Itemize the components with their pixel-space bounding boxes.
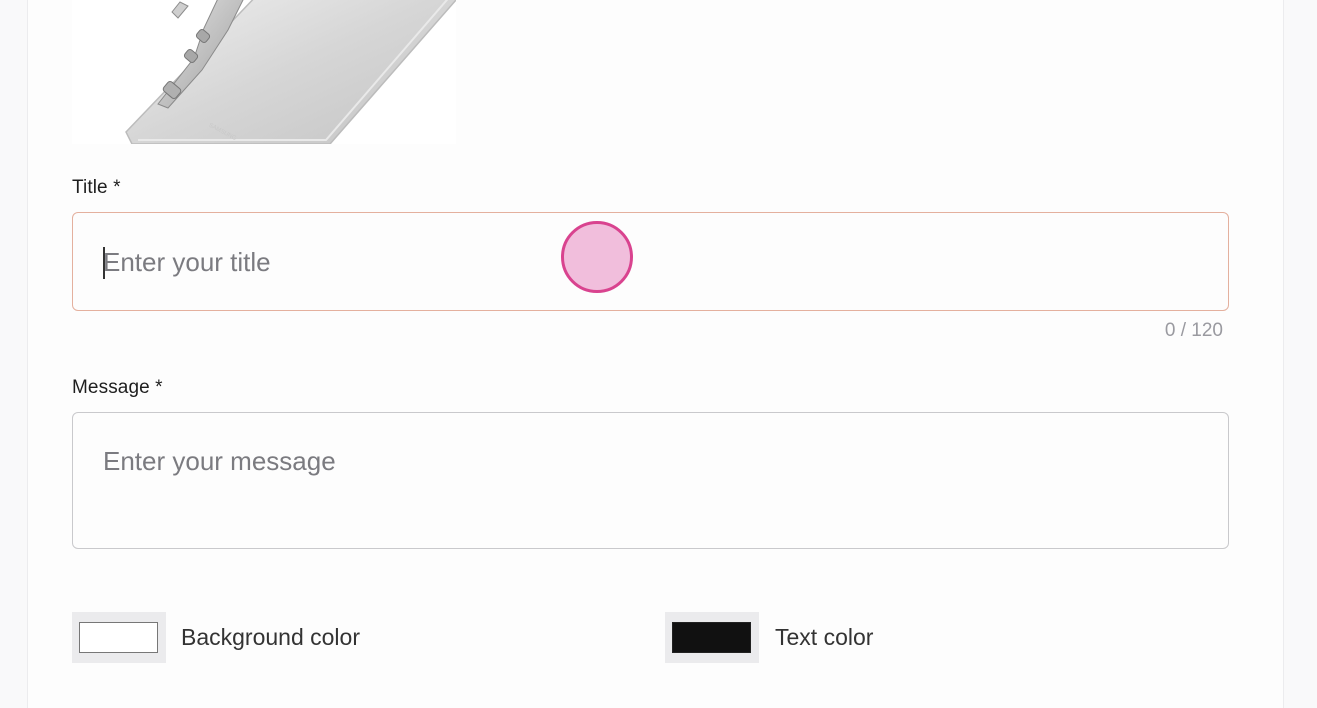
title-label: Title * (72, 177, 121, 198)
message-input[interactable] (103, 446, 1198, 526)
title-field[interactable] (72, 212, 1229, 311)
product-image: SAMSUNG (72, 0, 456, 144)
title-char-counter: 0 / 120 (1164, 320, 1223, 341)
background-color-swatch[interactable] (79, 622, 158, 653)
title-input[interactable] (103, 246, 1198, 278)
message-label: Message * (72, 377, 163, 398)
text-caret (103, 247, 105, 279)
background-color-picker[interactable] (72, 612, 166, 663)
text-color-picker[interactable] (665, 612, 759, 663)
text-color-swatch[interactable] (672, 622, 751, 653)
phone-illustration: SAMSUNG (125, 0, 456, 144)
text-color-label: Text color (775, 624, 874, 650)
background-color-label: Background color (181, 624, 360, 650)
message-field[interactable] (72, 412, 1229, 549)
